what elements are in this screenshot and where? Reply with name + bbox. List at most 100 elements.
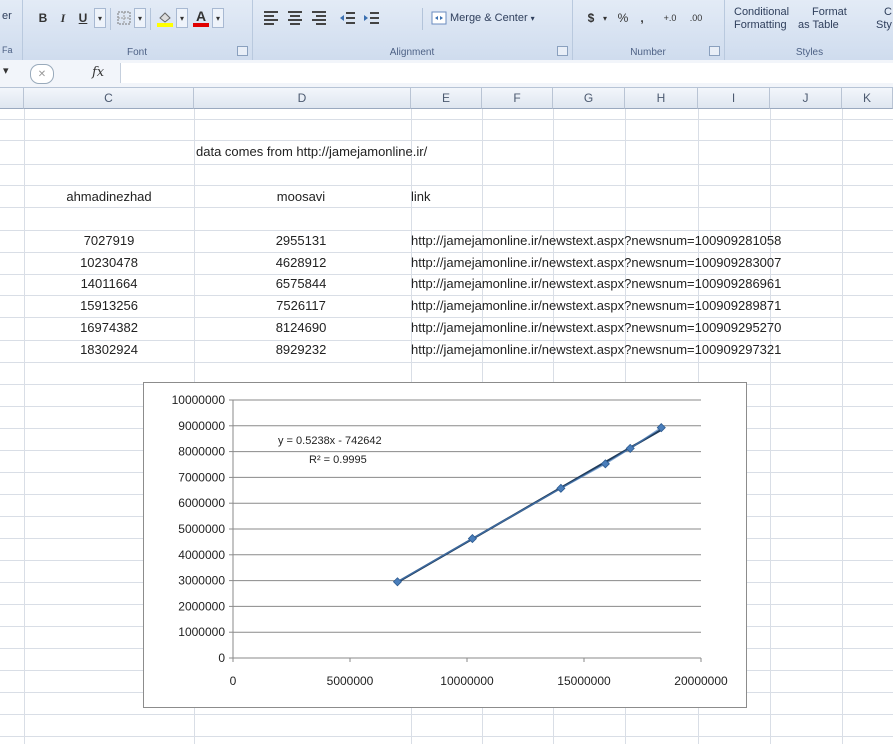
separator <box>150 8 151 30</box>
grid-row-line <box>0 119 893 120</box>
align-right-button[interactable] <box>308 8 330 28</box>
cell-ahmadinezhad-value[interactable]: 14011664 <box>24 276 194 292</box>
cell-styles-label-1: C <box>884 6 892 18</box>
merge-cells-icon <box>431 11 447 25</box>
number-group: $ ▾ % , +.0 .00 Number <box>572 0 725 60</box>
column-header-f[interactable]: F <box>482 88 553 109</box>
cell-ahmadinezhad-value[interactable]: 10230478 <box>24 255 194 271</box>
grid-row-line <box>0 207 893 208</box>
y-tick-label: 1000000 <box>178 625 225 639</box>
clipped-label-2: Fa <box>2 45 13 55</box>
format-table-label-1: Format <box>812 6 847 18</box>
fill-color-dropdown-icon[interactable]: ▾ <box>176 8 188 28</box>
grid-row-line <box>0 736 893 737</box>
y-tick-label: 9000000 <box>178 419 225 433</box>
currency-button[interactable]: $ <box>582 8 600 28</box>
fill-color-button[interactable] <box>154 8 176 28</box>
column-header-d[interactable]: D <box>194 88 411 109</box>
scatter-chart[interactable]: 0 1000000 2000000 3000000 4000000 5000000 6000… <box>143 382 747 708</box>
cell-moosavi-value[interactable]: 4628912 <box>194 255 408 271</box>
percent-button[interactable]: % <box>614 8 632 28</box>
font-color-dropdown-icon[interactable]: ▾ <box>212 8 224 28</box>
font-color-button[interactable]: A <box>190 8 212 28</box>
cell-moosavi-value[interactable]: 7526117 <box>194 298 408 314</box>
cell-styles-label-2: Sty <box>876 19 892 31</box>
align-left-icon <box>264 11 278 25</box>
borders-icon <box>117 11 131 25</box>
cell-link-value[interactable]: http://jamejamonline.ir/newstext.aspx?ne… <box>411 320 781 336</box>
column-header-c[interactable]: C <box>24 88 194 109</box>
comma-button[interactable]: , <box>634 8 650 28</box>
bold-button[interactable]: B <box>34 8 52 28</box>
name-box-dropdown-icon[interactable]: ▾ <box>3 64 9 77</box>
cell-moosavi-value[interactable]: 8929232 <box>194 342 408 358</box>
merge-center-button[interactable]: Merge & Center ▾ <box>430 8 552 28</box>
borders-dropdown-icon[interactable]: ▾ <box>134 8 146 28</box>
grid-row-line <box>0 295 893 296</box>
increase-indent-icon <box>364 12 379 24</box>
cell-moosavi-value[interactable]: 8124690 <box>194 320 408 336</box>
column-header-h[interactable]: H <box>625 88 698 109</box>
clipped-label: er <box>2 10 12 22</box>
increase-indent-button[interactable] <box>360 8 382 28</box>
font-group: B I U ▾ ▾ ▾ A ▾ Font <box>22 0 253 60</box>
x-tick-label: 10000000 <box>440 674 494 688</box>
x-tick-label: 20000000 <box>674 674 728 688</box>
header-cell-ahmadinezhad[interactable]: ahmadinezhad <box>24 189 194 205</box>
column-header-k[interactable]: K <box>842 88 893 109</box>
column-header-j[interactable]: J <box>770 88 842 109</box>
separator <box>110 8 111 30</box>
styles-group: Conditional Formatting Format as Table C… <box>726 0 893 60</box>
column-header-g[interactable]: G <box>553 88 625 109</box>
clipboard-group-clipped: er Fa <box>0 0 23 60</box>
align-left-button[interactable] <box>260 8 282 28</box>
cell-link-value[interactable]: http://jamejamonline.ir/newstext.aspx?ne… <box>411 276 781 292</box>
column-header-e[interactable]: E <box>411 88 482 109</box>
y-tick-label: 6000000 <box>178 496 225 510</box>
cell-ahmadinezhad-value[interactable]: 15913256 <box>24 298 194 314</box>
underline-button[interactable]: U <box>74 8 92 28</box>
cell-ahmadinezhad-value[interactable]: 7027919 <box>24 233 194 249</box>
y-tick-label: 7000000 <box>178 470 225 484</box>
number-dialog-launcher-icon[interactable] <box>709 46 720 56</box>
grid-row-line <box>0 317 893 318</box>
cell-styles-button[interactable]: C Sty <box>872 6 893 34</box>
formula-input[interactable] <box>120 63 893 83</box>
font-dialog-launcher-icon[interactable] <box>237 46 248 56</box>
underline-dropdown-icon[interactable]: ▾ <box>94 8 106 28</box>
cell-moosavi-value[interactable]: 2955131 <box>194 233 408 249</box>
conditional-formatting-label-2: Formatting <box>734 19 787 31</box>
cell-link-value[interactable]: http://jamejamonline.ir/newstext.aspx?ne… <box>411 255 781 271</box>
select-all-corner[interactable] <box>0 88 24 109</box>
grid-row-line <box>0 140 893 141</box>
column-header-i[interactable]: I <box>698 88 770 109</box>
y-tick-label: 4000000 <box>178 548 225 562</box>
insert-function-button[interactable]: fx <box>92 65 104 80</box>
conditional-formatting-button[interactable]: Conditional Formatting <box>734 6 790 34</box>
font-group-label: Font <box>126 47 147 58</box>
cell-ahmadinezhad-value[interactable]: 18302924 <box>24 342 194 358</box>
decrease-indent-icon <box>340 12 355 24</box>
x-tick-label: 5000000 <box>327 674 374 688</box>
cell-link-value[interactable]: http://jamejamonline.ir/newstext.aspx?ne… <box>411 298 781 314</box>
decrease-indent-button[interactable] <box>336 8 358 28</box>
currency-dropdown-icon[interactable]: ▾ <box>600 8 610 28</box>
header-cell-link[interactable]: link <box>411 189 431 205</box>
formula-cancel-icon[interactable]: ✕ <box>30 64 54 84</box>
font-color-swatch <box>193 23 209 27</box>
source-note-cell[interactable]: data comes from http://jamejamonline.ir/ <box>196 144 427 160</box>
format-as-table-button[interactable]: Format as Table <box>798 6 854 34</box>
cell-link-value[interactable]: http://jamejamonline.ir/newstext.aspx?ne… <box>411 233 781 249</box>
cell-moosavi-value[interactable]: 6575844 <box>194 276 408 292</box>
cell-link-value[interactable]: http://jamejamonline.ir/newstext.aspx?ne… <box>411 342 781 358</box>
align-center-button[interactable] <box>284 8 306 28</box>
borders-button[interactable] <box>114 8 134 28</box>
increase-decimal-button[interactable]: +.0 <box>658 8 682 28</box>
alignment-dialog-launcher-icon[interactable] <box>557 46 568 56</box>
cell-ahmadinezhad-value[interactable]: 16974382 <box>24 320 194 336</box>
header-cell-moosavi[interactable]: moosavi <box>194 189 408 205</box>
decrease-decimal-button[interactable]: .00 <box>684 8 708 28</box>
formula-bar: ▾ ✕ fx <box>0 60 893 88</box>
italic-button[interactable]: I <box>54 8 72 28</box>
y-tick-label: 5000000 <box>178 522 225 536</box>
